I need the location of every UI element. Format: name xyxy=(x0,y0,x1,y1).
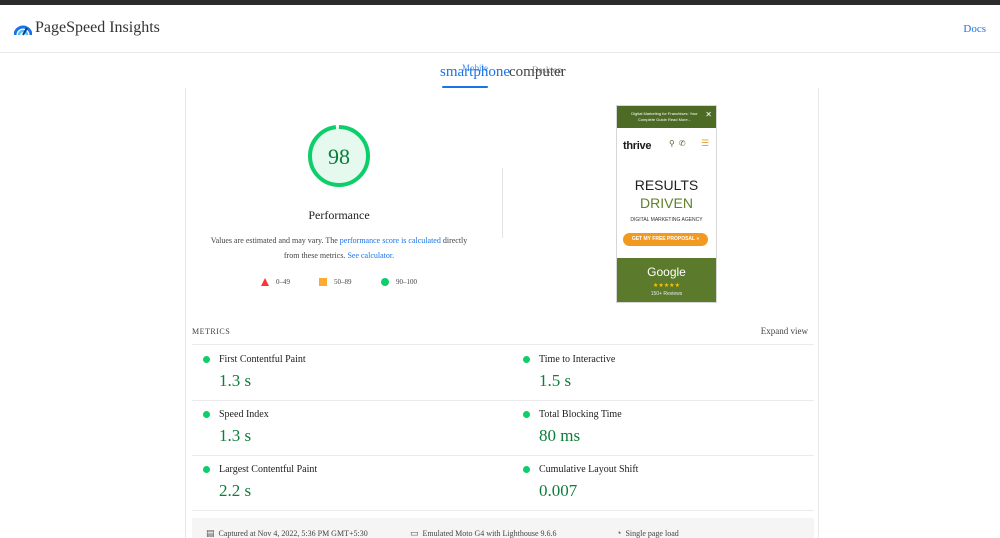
screenshot-review-box: Google ★★★★★ 150+ Reviews xyxy=(617,258,716,302)
star-rating-icon: ★★★★★ xyxy=(653,283,680,289)
score-calculation-link[interactable]: performance score is calculated xyxy=(340,236,441,245)
metric-first-contentful-paint: First Contentful Paint 1.3 s xyxy=(192,345,494,400)
report-panel: 98 Performance Values are estimated and … xyxy=(185,88,819,538)
good-status-icon xyxy=(203,356,210,363)
run-info-footer: ▤ Captured at Nov 4, 2022, 5:36 PM GMT+5:… xyxy=(192,518,814,538)
tab-mobile-sublabel: Mobile xyxy=(462,63,488,73)
screenshot-reviews: 150+ Reviews xyxy=(650,291,683,297)
tab-desktop-sublabel: Desktop xyxy=(532,65,562,75)
app-header: PageSpeed Insights Docs xyxy=(0,5,1000,53)
metrics-heading: METRICS xyxy=(192,327,231,336)
calendar-icon: ▤ xyxy=(206,528,215,538)
good-status-icon xyxy=(203,411,210,418)
metrics-divider xyxy=(192,510,814,511)
legend-average-label: 50–89 xyxy=(334,278,352,286)
screenshot-subheading: DIGITAL MARKETING AGENCY xyxy=(630,217,703,223)
metric-largest-contentful-paint: Largest Contentful Paint 2.2 s xyxy=(192,455,494,510)
metric-name: Largest Contentful Paint xyxy=(219,464,318,475)
good-status-icon xyxy=(523,466,530,473)
app-title: PageSpeed Insights xyxy=(35,19,160,36)
metric-total-blocking-time: Total Blocking Time 80 ms xyxy=(512,400,814,455)
legend-good-label: 90–100 xyxy=(396,278,417,286)
screenshot-banner: Digital Marketing for Franchises: Your C… xyxy=(617,106,716,128)
metric-value: 1.5 s xyxy=(539,371,572,390)
page-screenshot: Digital Marketing for Franchises: Your C… xyxy=(616,105,717,303)
metric-cumulative-layout-shift: Cumulative Layout Shift 0.007 xyxy=(512,455,814,510)
metric-name: Speed Index xyxy=(219,409,269,420)
legend-poor-label: 0–49 xyxy=(276,278,290,286)
menu-icon: ☰ xyxy=(701,138,710,148)
section-divider xyxy=(502,168,503,238)
expand-view-toggle[interactable]: Expand view xyxy=(761,326,808,336)
search-phone-icon: ⚲✆ xyxy=(669,139,690,148)
metric-time-to-interactive: Time to Interactive 1.5 s xyxy=(512,345,814,400)
performance-note: Values are estimated and may vary. The p… xyxy=(206,233,472,263)
good-status-icon xyxy=(203,466,210,473)
device-icon: ▭ xyxy=(410,528,419,538)
device-info: ▭ Emulated Moto G4 with Lighthouse 9.6.6 xyxy=(410,528,557,538)
captured-info: ▤ Captured at Nov 4, 2022, 5:36 PM GMT+5:… xyxy=(206,528,368,538)
close-icon: ✕ xyxy=(705,110,712,119)
see-calculator-link[interactable]: See calculator. xyxy=(347,251,394,260)
screenshot-heading2: DRIVEN xyxy=(640,195,693,211)
device-tabs: smartphone Mobile computer Desktop xyxy=(0,60,1000,90)
square-icon xyxy=(319,278,327,286)
metric-name: First Contentful Paint xyxy=(219,354,306,365)
good-status-icon xyxy=(523,411,530,418)
load-text: Single page load xyxy=(625,529,679,538)
circle-icon xyxy=(381,278,389,286)
docs-link[interactable]: Docs xyxy=(963,23,986,35)
timer-icon: ◔ xyxy=(616,528,622,538)
metric-value: 0.007 xyxy=(539,481,578,500)
metric-speed-index: Speed Index 1.3 s xyxy=(192,400,494,455)
screenshot-logo: thrive xyxy=(623,140,652,152)
screenshot-heading1: RESULTS xyxy=(634,177,699,193)
device-text: Emulated Moto G4 with Lighthouse 9.6.6 xyxy=(422,529,557,538)
metric-value: 2.2 s xyxy=(219,481,252,500)
metric-value: 80 ms xyxy=(539,426,581,445)
performance-title: Performance xyxy=(308,208,370,222)
metric-value: 1.3 s xyxy=(219,426,252,445)
metric-name: Cumulative Layout Shift xyxy=(539,464,639,475)
triangle-icon xyxy=(261,278,269,286)
performance-score: 98 xyxy=(328,144,350,169)
note-text-prefix: Values are estimated and may vary. The xyxy=(210,236,340,245)
metric-name: Total Blocking Time xyxy=(539,409,622,420)
screenshot-cta: GET MY FREE PROPOSAL » xyxy=(623,233,708,246)
screenshot-nav: thrive ⚲✆ ☰ xyxy=(617,128,716,156)
metric-value: 1.3 s xyxy=(219,371,252,390)
load-info: ◔ Single page load xyxy=(616,528,679,538)
good-status-icon xyxy=(523,356,530,363)
screenshot-google: Google xyxy=(647,265,686,279)
metric-name: Time to Interactive xyxy=(539,354,616,365)
captured-text: Captured at Nov 4, 2022, 5:36 PM GMT+5:3… xyxy=(218,529,368,538)
pagespeed-logo-icon xyxy=(14,25,32,36)
